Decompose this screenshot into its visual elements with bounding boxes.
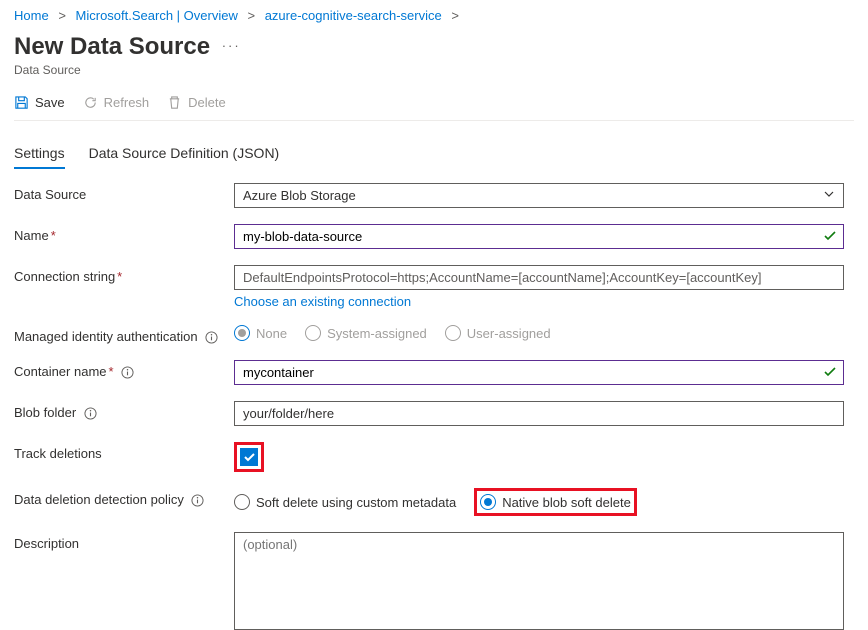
radio-system-assigned[interactable]: System-assigned: [305, 325, 427, 341]
connection-string-input[interactable]: [234, 265, 844, 290]
radio-none-label: None: [256, 326, 287, 341]
label-conn-text: Connection string: [14, 269, 115, 284]
tabs: Settings Data Source Definition (JSON): [14, 143, 854, 169]
track-deletions-checkbox[interactable]: [240, 448, 258, 466]
label-description: Description: [14, 532, 234, 551]
breadcrumb-ms-search[interactable]: Microsoft.Search | Overview: [76, 8, 238, 23]
container-field-wrap: [234, 360, 844, 385]
more-icon[interactable]: ···: [222, 38, 241, 53]
label-data-source: Data Source: [14, 183, 234, 202]
connection-string-group: Choose an existing connection: [234, 265, 844, 309]
highlight-box: [234, 442, 264, 472]
chevron-down-icon: [823, 188, 835, 203]
save-button[interactable]: Save: [14, 95, 65, 110]
data-source-select[interactable]: Azure Blob Storage: [234, 183, 844, 208]
breadcrumb-home[interactable]: Home: [14, 8, 49, 23]
delete-button[interactable]: Delete: [167, 95, 226, 110]
deletion-policy-options: Soft delete using custom metadata Native…: [234, 488, 844, 516]
delete-label: Delete: [188, 95, 226, 110]
required-marker: *: [117, 269, 122, 284]
name-field-wrap: [234, 224, 844, 249]
radio-native-label: Native blob soft delete: [502, 495, 631, 510]
label-blob-folder: Blob folder: [14, 401, 234, 420]
breadcrumb-sep: >: [241, 8, 261, 23]
breadcrumb-sep: >: [445, 8, 465, 23]
info-icon[interactable]: [84, 407, 97, 420]
tab-settings[interactable]: Settings: [14, 143, 65, 169]
choose-existing-connection-link[interactable]: Choose an existing connection: [234, 294, 411, 309]
form: Data Source Azure Blob Storage Name* Con…: [14, 183, 854, 630]
label-managed-identity: Managed identity authentication: [14, 325, 234, 344]
name-input[interactable]: [235, 225, 823, 248]
delete-icon: [167, 95, 182, 110]
data-source-value: Azure Blob Storage: [243, 188, 356, 203]
label-deletion-policy-text: Data deletion detection policy: [14, 492, 184, 507]
save-label: Save: [35, 95, 65, 110]
radio-user-assigned[interactable]: User-assigned: [445, 325, 551, 341]
label-track-deletions: Track deletions: [14, 442, 234, 461]
radio-icon: [234, 325, 250, 341]
required-marker: *: [51, 228, 56, 243]
label-name: Name*: [14, 224, 234, 243]
container-name-input[interactable]: [235, 361, 823, 384]
radio-native-blob-soft-delete[interactable]: Native blob soft delete: [480, 494, 631, 510]
radio-system-label: System-assigned: [327, 326, 427, 341]
managed-identity-options: None System-assigned User-assigned: [234, 325, 844, 341]
label-container-name: Container name*: [14, 360, 234, 379]
label-managed-identity-text: Managed identity authentication: [14, 329, 198, 344]
radio-soft-custom-label: Soft delete using custom metadata: [256, 495, 456, 510]
label-blob-folder-text: Blob folder: [14, 405, 76, 420]
save-icon: [14, 95, 29, 110]
info-icon[interactable]: [205, 331, 218, 344]
radio-none[interactable]: None: [234, 325, 287, 341]
radio-icon: [234, 494, 250, 510]
page-title: New Data Source: [14, 33, 210, 61]
toolbar: Save Refresh Delete: [14, 91, 854, 121]
info-icon[interactable]: [121, 366, 134, 379]
check-icon: [823, 365, 837, 382]
description-textarea[interactable]: [234, 532, 844, 630]
label-container-text: Container name: [14, 364, 107, 379]
breadcrumb-sep: >: [52, 8, 72, 23]
refresh-label: Refresh: [104, 95, 150, 110]
refresh-icon: [83, 95, 98, 110]
blob-folder-input[interactable]: [234, 401, 844, 426]
required-marker: *: [109, 364, 114, 379]
page-subtitle: Data Source: [14, 63, 854, 77]
radio-icon: [305, 325, 321, 341]
page-header: New Data Source ··· Data Source: [14, 27, 854, 77]
label-deletion-policy: Data deletion detection policy: [14, 488, 234, 507]
radio-icon: [445, 325, 461, 341]
radio-soft-delete-custom[interactable]: Soft delete using custom metadata: [234, 494, 456, 510]
highlight-box: Native blob soft delete: [474, 488, 637, 516]
track-deletions-wrap: [234, 442, 844, 472]
radio-user-label: User-assigned: [467, 326, 551, 341]
breadcrumb-service[interactable]: azure-cognitive-search-service: [265, 8, 442, 23]
tab-json-definition[interactable]: Data Source Definition (JSON): [89, 143, 280, 169]
radio-icon: [480, 494, 496, 510]
label-connection-string: Connection string*: [14, 265, 234, 284]
check-icon: [823, 229, 837, 246]
info-icon[interactable]: [191, 494, 204, 507]
breadcrumb: Home > Microsoft.Search | Overview > azu…: [14, 0, 854, 27]
refresh-button[interactable]: Refresh: [83, 95, 150, 110]
label-name-text: Name: [14, 228, 49, 243]
